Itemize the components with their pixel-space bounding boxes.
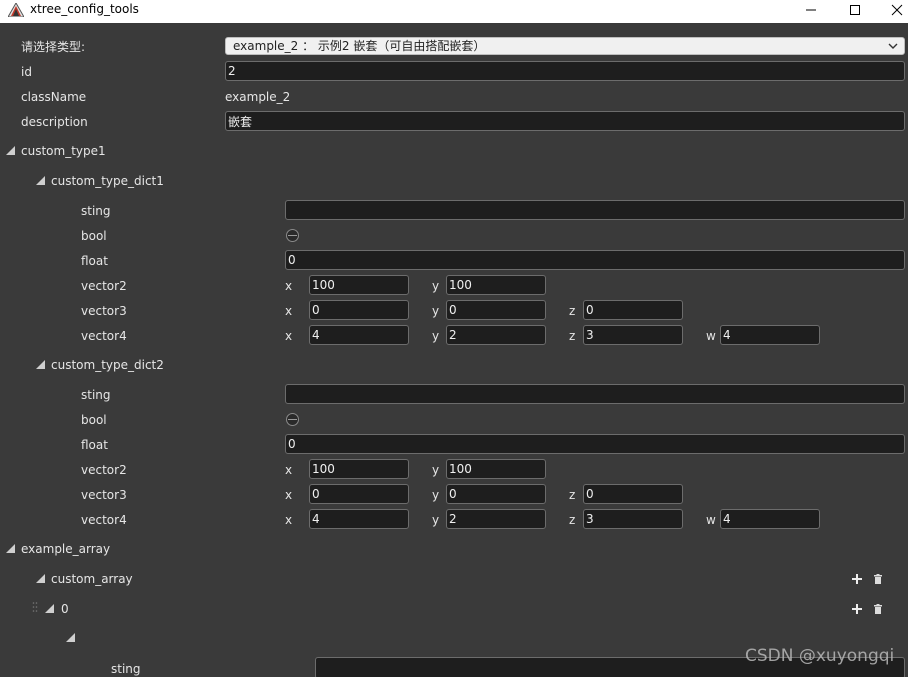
dict2-sting-input[interactable] (285, 384, 905, 404)
dict2-label: custom_type_dict2 (51, 358, 164, 372)
dict2-vector2-label: vector2 (81, 463, 127, 477)
type-select-value: example_2 ： 示例2 嵌套（可自由搭配嵌套） (233, 39, 486, 53)
dict1-vector3-label: vector3 (81, 304, 127, 318)
plus-icon (852, 604, 862, 614)
dict2-vector4-z-input[interactable] (583, 509, 683, 529)
description-label: description (21, 115, 88, 129)
minimize-icon (806, 9, 816, 11)
dict2-vector4-x-input[interactable] (309, 509, 409, 529)
axis-y-label: y (432, 513, 440, 527)
trash-icon (874, 604, 882, 614)
axis-y-label: y (432, 279, 440, 293)
classname-label: className (21, 90, 87, 104)
dict2-float-input[interactable] (285, 434, 905, 454)
dict1-vector3-y-input[interactable] (446, 300, 546, 320)
dict2-vector3-y-input[interactable] (446, 484, 546, 504)
item0-label: 0 (61, 602, 69, 616)
type-label: 请选择类型: (21, 40, 86, 54)
axis-x-label: x (285, 488, 293, 502)
dict1-float-input[interactable] (285, 250, 905, 270)
axis-w-label: w (706, 329, 716, 343)
custom-type1-label: custom_type1 (21, 144, 106, 158)
collapse-item0-child-icon[interactable] (66, 633, 75, 642)
chevron-down-icon (888, 43, 898, 49)
type-select[interactable]: example_2 ： 示例2 嵌套（可自由搭配嵌套） (225, 37, 905, 55)
title-bar: xtree_config_tools (0, 0, 908, 23)
dict1-label: custom_type_dict1 (51, 174, 164, 188)
maximize-button[interactable] (840, 0, 870, 20)
id-input[interactable] (225, 61, 905, 81)
description-input[interactable] (225, 111, 905, 131)
close-icon (891, 4, 902, 16)
example-array-label: example_array (21, 542, 111, 556)
collapse-custom-type1-icon[interactable] (6, 146, 15, 155)
custom-array-delete-button[interactable] (872, 573, 884, 585)
dict2-vector4-y-input[interactable] (446, 509, 546, 529)
collapse-item0-icon[interactable] (45, 604, 54, 613)
dict2-sting-label: sting (81, 388, 111, 402)
dict2-vector2-y-input[interactable] (446, 459, 546, 479)
dict1-vector4-x-input[interactable] (309, 325, 409, 345)
collapse-example-array-icon[interactable] (6, 544, 15, 553)
trash-icon (874, 574, 882, 584)
dict1-bool-label: bool (81, 229, 107, 243)
maximize-icon (850, 5, 860, 15)
axis-z-label: z (569, 304, 576, 318)
window-title: xtree_config_tools (30, 2, 139, 16)
axis-y-label: y (432, 329, 440, 343)
collapse-dict2-icon[interactable] (36, 360, 45, 369)
collapse-custom-array-icon[interactable] (36, 574, 45, 583)
app-logo-icon (8, 3, 24, 17)
dict2-float-label: float (81, 438, 108, 452)
dict1-vector4-w-input[interactable] (720, 325, 820, 345)
axis-x-label: x (285, 279, 293, 293)
custom-array-label: custom_array (51, 572, 133, 586)
item0-add-button[interactable] (851, 603, 863, 615)
plus-icon (852, 574, 862, 584)
item0-delete-button[interactable] (872, 603, 884, 615)
axis-z-label: z (569, 513, 576, 527)
property-panel: 请选择类型: example_2 ： 示例2 嵌套（可自由搭配嵌套） id cl… (0, 23, 908, 677)
custom-array-add-button[interactable] (851, 573, 863, 585)
minimize-button[interactable] (796, 0, 826, 20)
dict2-vector3-label: vector3 (81, 488, 127, 502)
axis-z-label: z (569, 488, 576, 502)
collapse-dict1-icon[interactable] (36, 176, 45, 185)
dict1-vector2-y-input[interactable] (446, 275, 546, 295)
axis-y-label: y (432, 463, 440, 477)
dict1-vector4-y-input[interactable] (446, 325, 546, 345)
dict1-vector3-z-input[interactable] (583, 300, 683, 320)
axis-y-label: y (432, 488, 440, 502)
dict2-bool-label: bool (81, 413, 107, 427)
id-label: id (21, 65, 32, 79)
axis-y-label: y (432, 304, 440, 318)
dict2-vector2-x-input[interactable] (309, 459, 409, 479)
dict2-bool-toggle[interactable] (286, 413, 299, 426)
axis-x-label: x (285, 304, 293, 318)
watermark: CSDN @xuyongqi (745, 646, 895, 666)
dict1-vector4-label: vector4 (81, 329, 127, 343)
dict2-vector4-w-input[interactable] (720, 509, 820, 529)
dict1-bool-toggle[interactable] (286, 229, 299, 242)
axis-x-label: x (285, 463, 293, 477)
axis-x-label: x (285, 329, 293, 343)
close-button[interactable] (885, 0, 908, 20)
dict1-vector2-label: vector2 (81, 279, 127, 293)
dict1-vector4-z-input[interactable] (583, 325, 683, 345)
drag-handle-icon[interactable] (32, 601, 38, 613)
dict2-vector4-label: vector4 (81, 513, 127, 527)
dict1-float-label: float (81, 254, 108, 268)
dict1-sting-label: sting (81, 204, 111, 218)
dict2-vector3-z-input[interactable] (583, 484, 683, 504)
dict1-vector2-x-input[interactable] (309, 275, 409, 295)
dict1-sting-input[interactable] (285, 200, 905, 220)
axis-z-label: z (569, 329, 576, 343)
dict2-vector3-x-input[interactable] (309, 484, 409, 504)
item0-sting-label: sting (111, 662, 141, 676)
axis-w-label: w (706, 513, 716, 527)
axis-x-label: x (285, 513, 293, 527)
classname-value: example_2 (225, 90, 291, 104)
dict1-vector3-x-input[interactable] (309, 300, 409, 320)
